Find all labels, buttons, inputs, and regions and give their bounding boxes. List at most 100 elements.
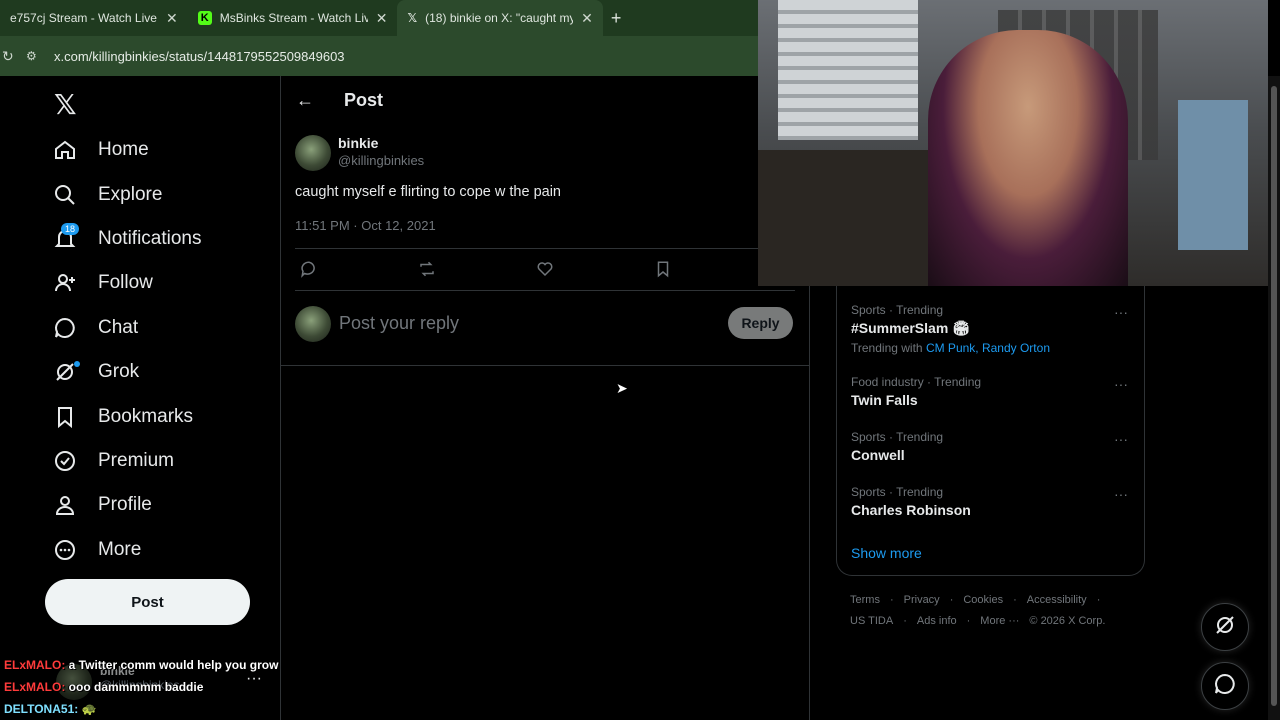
chat-message: DELTONA51: 🐢 [4, 698, 278, 720]
trend-item[interactable]: Sports · Trending Conwell [851, 430, 943, 463]
close-tab-icon[interactable]: ✕ [376, 10, 388, 27]
footer-privacy-link[interactable]: Privacy [904, 594, 940, 606]
trend-category: Sports · Trending [851, 430, 944, 444]
page-title: Post [344, 90, 384, 110]
trend-related: Trending with CM Punk, Randy Orton [851, 341, 1050, 355]
footer-cookies-link[interactable]: Cookies [963, 594, 1003, 606]
sidebar-item-notifications[interactable]: 18 Notifications [52, 217, 202, 261]
footer-separator: · [1096, 594, 1101, 606]
sidebar-item-label: Follow [98, 272, 153, 294]
sidebar-item-label: More [98, 538, 142, 560]
footer-accessibility-link[interactable]: Accessibility [1027, 594, 1087, 606]
reply-button[interactable]: Reply [728, 307, 793, 339]
browser-tab-1[interactable]: e757cj Stream - Watch Live o ✕ [0, 0, 188, 36]
trend-more-icon[interactable]: ··· [1114, 376, 1128, 392]
chat-icon [1213, 672, 1237, 701]
browser-tab-3[interactable]: 𝕏 (18) binkie on X: "caught myself ✕ [397, 0, 603, 36]
new-tab-button[interactable]: + [611, 8, 622, 29]
page-scrollbar[interactable] [1268, 76, 1280, 720]
chat-username: DELTONA51: [4, 702, 79, 716]
x-logo-icon[interactable]: 𝕏 [54, 88, 77, 121]
site-info-icon[interactable]: ⚙ [26, 49, 54, 63]
grok-floating-button[interactable] [1201, 603, 1249, 651]
x-icon: 𝕏 [407, 11, 418, 25]
reply-avatar [295, 306, 331, 342]
footer-terms-link[interactable]: Terms [850, 594, 880, 606]
trend-item[interactable]: Sports · Trending Charles Robinson [851, 485, 971, 518]
url-field[interactable]: x.com/killingbinkies/status/144817955250… [54, 49, 345, 64]
mouse-cursor-icon: ➤ [616, 380, 628, 396]
sidebar-nav: Home Explore 18 Notifications Follow Cha… [52, 128, 202, 572]
notification-badge: 18 [61, 222, 80, 235]
sidebar-item-grok[interactable]: Grok [52, 350, 202, 394]
chat-icon [52, 315, 78, 341]
sidebar-item-bookmarks[interactable]: Bookmarks [52, 394, 202, 438]
author-handle[interactable]: @killingbinkies [338, 153, 424, 168]
kick-icon: K [197, 11, 212, 25]
repost-icon[interactable] [417, 260, 437, 283]
trend-item[interactable]: Food industry · Trending Twin Falls [851, 375, 981, 408]
author-name[interactable]: binkie [338, 135, 378, 151]
sidebar-item-label: Chat [98, 316, 139, 338]
trend-name: #SummerSlam 🏟 [851, 320, 970, 336]
reply-icon[interactable] [300, 260, 318, 283]
sidebar-item-label: Explore [98, 183, 163, 205]
trend-category: Food industry · Trending [851, 375, 982, 389]
bookmark-icon[interactable] [654, 260, 672, 283]
reload-icon[interactable]: ↻ [2, 48, 26, 65]
footer-tida-link[interactable]: US TIDA [850, 615, 893, 627]
sidebar-item-profile[interactable]: Profile [52, 483, 202, 527]
footer-separator: · [889, 594, 894, 606]
footer-more-link[interactable]: More ··· [980, 615, 1019, 627]
author-avatar[interactable] [295, 135, 331, 171]
more-icon [52, 537, 78, 563]
trend-more-icon[interactable]: ··· [1114, 486, 1128, 502]
messages-floating-button[interactable] [1201, 662, 1249, 710]
sidebar-item-more[interactable]: More [52, 528, 202, 572]
grok-indicator-dot [74, 360, 80, 367]
scrollbar-thumb[interactable] [1271, 86, 1277, 706]
tab-title: MsBinks Stream - Watch Live o [219, 11, 368, 25]
browser-tab-2[interactable]: K MsBinks Stream - Watch Live o ✕ [188, 0, 398, 36]
footer-copyright: © 2026 X Corp. [1029, 615, 1106, 627]
sidebar-item-home[interactable]: Home [52, 128, 202, 172]
sidebar-item-label: Grok [98, 361, 140, 383]
chat-text: a Twitter comm would help you grow [65, 658, 279, 672]
address-bar: ↻ ⚙ x.com/killingbinkies/status/14481795… [0, 36, 760, 76]
trend-name: Twin Falls [851, 392, 918, 408]
home-icon [52, 137, 78, 163]
trend-more-icon[interactable]: ··· [1114, 304, 1128, 320]
reply-input[interactable]: Post your reply [339, 313, 459, 334]
chat-text: ooo dammmmm baddie [65, 680, 204, 694]
tweet-timestamp[interactable]: 11:51 PM · Oct 12, 2021 [295, 218, 436, 233]
sidebar-item-label: Bookmarks [98, 405, 194, 427]
post-button[interactable]: Post [45, 579, 250, 625]
close-tab-icon[interactable]: ✕ [581, 10, 593, 27]
webcam-overlay [758, 0, 1268, 286]
tab-title: e757cj Stream - Watch Live o [10, 11, 158, 25]
footer-separator: · [903, 615, 907, 627]
trend-item[interactable]: Sports · Trending #SummerSlam 🏟 Trending… [851, 303, 1050, 355]
divider [295, 248, 795, 249]
chat-message: ELxMALO: ooo dammmmm baddie [4, 676, 278, 698]
chat-username: ELxMALO: [4, 680, 66, 694]
tab-title: (18) binkie on X: "caught myself [425, 11, 574, 25]
stream-chat-overlay: ELxMALO: a Twitter comm would help you g… [4, 654, 278, 720]
footer-ads-info-link[interactable]: Ads info [917, 615, 957, 627]
sidebar-item-chat[interactable]: Chat [52, 306, 202, 350]
back-arrow-icon[interactable]: ← [296, 90, 314, 111]
trend-more-icon[interactable]: ··· [1114, 431, 1128, 447]
bookmark-icon [52, 404, 78, 430]
sidebar-item-premium[interactable]: Premium [52, 439, 202, 483]
sidebar-item-explore[interactable]: Explore [52, 172, 202, 216]
sidebar-item-label: Notifications [98, 227, 202, 249]
trend-related-links[interactable]: CM Punk, Randy Orton [926, 341, 1050, 355]
search-icon [52, 182, 78, 208]
show-more-link[interactable]: Show more [851, 545, 922, 561]
footer-separator: · [966, 615, 971, 627]
footer-links-row-2: US TIDA · Ads info · More ··· © 2026 X C… [850, 615, 1105, 627]
sidebar-item-follow[interactable]: Follow [52, 261, 202, 305]
like-icon[interactable] [536, 260, 554, 283]
close-tab-icon[interactable]: ✕ [166, 10, 178, 27]
trend-related-prefix: Trending with [851, 341, 926, 355]
